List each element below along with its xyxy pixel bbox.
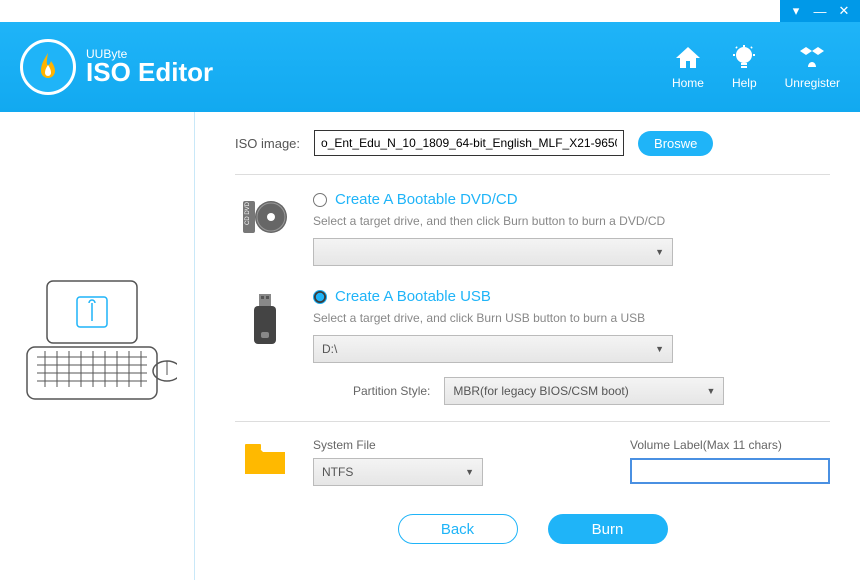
sysfile-label: System File — [313, 438, 483, 452]
nav-home-label: Home — [672, 76, 704, 90]
bulb-icon — [733, 44, 755, 72]
partition-label: Partition Style: — [353, 384, 430, 398]
titlebar: ▾ — ✕ — [0, 0, 860, 22]
back-button[interactable]: Back — [398, 514, 518, 544]
folder-icon — [235, 438, 295, 476]
svg-text:CD DVD: CD DVD — [245, 201, 251, 225]
sidebar — [0, 112, 195, 580]
sysfile-select[interactable]: NTFS ▼ — [313, 458, 483, 486]
dvd-drive-select[interactable]: ▼ — [313, 238, 673, 266]
chevron-down-icon: ▼ — [655, 344, 664, 354]
usb-drive-value: D:\ — [322, 342, 337, 356]
browse-button[interactable]: Broswe — [638, 131, 713, 156]
usb-drive-select[interactable]: D:\ ▼ — [313, 335, 673, 363]
volume-input[interactable] — [630, 458, 830, 484]
brand-big: ISO Editor — [86, 57, 213, 88]
logo: UUByte ISO Editor — [20, 39, 213, 95]
chevron-down-icon: ▼ — [706, 386, 715, 396]
iso-label: ISO image: — [235, 136, 300, 151]
nav-home[interactable]: Home — [672, 44, 704, 90]
main-panel: ISO image: Broswe CD DVD Create A Bootab… — [195, 112, 860, 580]
partition-select[interactable]: MBR(for legacy BIOS/CSM boot) ▼ — [444, 377, 724, 405]
partition-value: MBR(for legacy BIOS/CSM boot) — [453, 384, 628, 398]
volume-label: Volume Label(Max 11 chars) — [630, 438, 830, 452]
chevron-down-icon: ▼ — [655, 247, 664, 257]
nav-unregister-label: Unregister — [785, 76, 840, 90]
close-icon[interactable]: ✕ — [832, 0, 856, 22]
nav-help[interactable]: Help — [732, 44, 757, 90]
chevron-down-icon: ▼ — [465, 467, 474, 477]
heart-icon — [798, 44, 826, 72]
sysfile-value: NTFS — [322, 465, 353, 479]
usb-title: Create A Bootable USB — [335, 288, 491, 305]
usb-icon — [235, 288, 295, 405]
dvd-icon: CD DVD — [235, 191, 295, 266]
dvd-title: Create A Bootable DVD/CD — [335, 191, 518, 208]
laptop-illustration — [17, 261, 177, 431]
dvd-radio[interactable] — [313, 193, 327, 207]
iso-path-input[interactable] — [314, 130, 624, 156]
nav-help-label: Help — [732, 76, 757, 90]
flame-icon — [20, 39, 76, 95]
nav-unregister[interactable]: Unregister — [785, 44, 840, 90]
home-icon — [674, 44, 702, 72]
minimize-icon[interactable]: — — [808, 0, 832, 22]
burn-button[interactable]: Burn — [548, 514, 668, 544]
dvd-hint: Select a target drive, and then click Bu… — [313, 214, 830, 228]
pin-icon[interactable]: ▾ — [784, 0, 808, 22]
header: UUByte ISO Editor Home Help Unregister — [0, 22, 860, 112]
usb-hint: Select a target drive, and click Burn US… — [313, 311, 830, 325]
usb-radio[interactable] — [313, 290, 327, 304]
